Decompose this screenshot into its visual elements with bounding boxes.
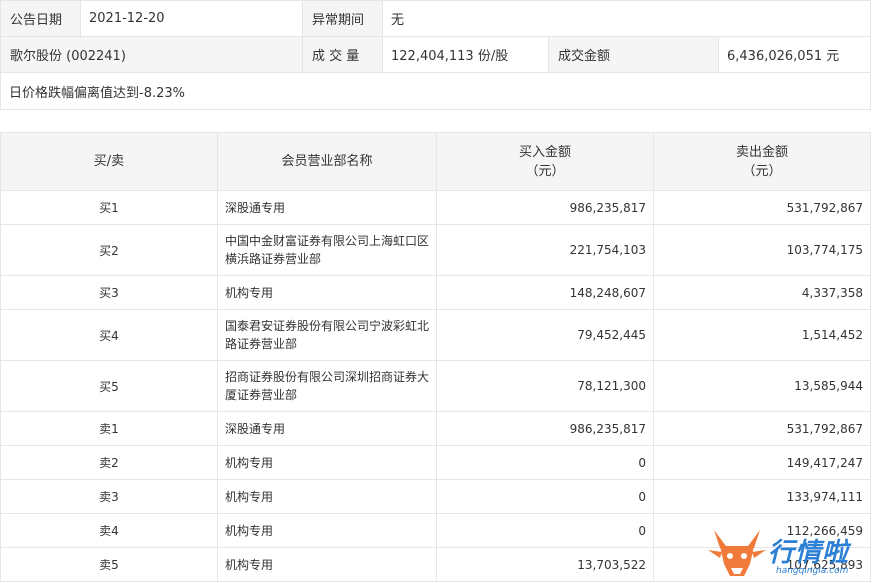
row-buy-amount: 0	[436, 513, 654, 548]
row-sell-amount: 4,337,358	[653, 275, 871, 310]
table-row: 买5 招商证券股份有限公司深圳招商证券大 厦证券营业部 78,121,300 13,58…	[0, 360, 871, 412]
row-branch: 机构专用	[217, 479, 437, 514]
watermark-brand: 行情啦	[768, 538, 850, 568]
row-branch-line: 深股通专用	[225, 200, 286, 215]
row-branch-line: 机构专用	[225, 557, 274, 572]
trading-detail-table: 买/卖 会员营业部名称 买入金额 （元） 卖出金额 （元） 买1 深股通专用 986…	[0, 132, 871, 582]
row-branch-line: 国泰君安证券股份有限公司宁波彩虹北	[225, 319, 430, 333]
row-side: 卖2	[0, 445, 218, 480]
table-row: 卖1 深股通专用 986,235,817 531,792,867	[0, 411, 871, 446]
row-buy-amount: 13,703,522	[436, 547, 654, 582]
row-branch: 深股通专用	[217, 411, 437, 446]
row-buy-amount: 986,235,817	[436, 411, 654, 446]
watermark-domain: hangqingla.com	[776, 566, 849, 576]
header-buy-line2: （元）	[525, 163, 565, 179]
table-row: 买3 机构专用 148,248,607 4,337,358	[0, 275, 871, 310]
row-side: 卖3	[0, 479, 218, 514]
row-branch: 招商证券股份有限公司深圳招商证券大 厦证券营业部	[217, 360, 437, 412]
row-buy-amount: 986,235,817	[436, 190, 654, 225]
row-branch-line: 机构专用	[225, 523, 274, 538]
header-buy-line1: 买入金额	[518, 144, 571, 160]
row-branch: 深股通专用	[217, 190, 437, 225]
stock-name-label: 歌尔股份 (002241)	[0, 36, 303, 73]
header-sell-amount: 卖出金额 （元）	[653, 132, 871, 191]
header-sell-line1: 卖出金额	[735, 144, 788, 160]
amount-value: 6,436,026,051 元	[717, 36, 872, 73]
header-branch: 会员营业部名称	[217, 132, 437, 191]
row-sell-amount: 1,514,452	[653, 309, 871, 361]
header-side: 买/卖	[0, 132, 218, 191]
row-side: 买3	[0, 275, 218, 310]
row-side: 买1	[0, 190, 218, 225]
row-branch-line: 机构专用	[225, 455, 274, 470]
row-branch-line: 机构专用	[225, 489, 274, 504]
table-row: 买1 深股通专用 986,235,817 531,792,867	[0, 190, 871, 225]
row-sell-amount: 133,974,111	[653, 479, 871, 514]
row-branch: 机构专用	[217, 547, 437, 582]
volume-label: 成 交 量	[302, 36, 383, 73]
row-side: 买2	[0, 224, 218, 276]
deviation-note: 日价格跌幅偏离值达到-8.23%	[0, 72, 872, 110]
row-side: 买5	[0, 360, 218, 412]
row-side: 买4	[0, 309, 218, 361]
abnormal-period-label: 异常期间	[302, 0, 383, 37]
row-side: 卖1	[0, 411, 218, 446]
table-row: 卖3 机构专用 0 133,974,111	[0, 479, 871, 514]
abnormal-period-value: 无	[381, 0, 872, 37]
volume-value: 122,404,113 份/股	[382, 36, 549, 73]
table-row: 买2 中国中金财富证券有限公司上海虹口区 横浜路证券营业部 221,754,103 10…	[0, 224, 871, 276]
row-branch: 机构专用	[217, 275, 437, 310]
watermark: 行情啦 hangqingla.com	[706, 524, 874, 583]
row-buy-amount: 221,754,103	[436, 224, 654, 276]
row-sell-amount: 149,417,247	[653, 445, 871, 480]
row-sell-amount: 13,585,944	[653, 360, 871, 412]
table-row: 买4 国泰君安证券股份有限公司宁波彩虹北 路证券营业部 79,452,445 1,514…	[0, 309, 871, 361]
row-side: 卖5	[0, 547, 218, 582]
row-buy-amount: 0	[436, 445, 654, 480]
header-buy-amount: 买入金额 （元）	[436, 132, 654, 191]
row-branch-line: 机构专用	[225, 285, 274, 300]
row-buy-amount: 79,452,445	[436, 309, 654, 361]
table-header-row: 买/卖 会员营业部名称 买入金额 （元） 卖出金额 （元）	[0, 132, 871, 191]
announce-date-label: 公告日期	[0, 0, 81, 37]
row-branch: 机构专用	[217, 513, 437, 548]
bull-logo-icon	[708, 530, 766, 576]
row-branch: 国泰君安证券股份有限公司宁波彩虹北 路证券营业部	[217, 309, 437, 361]
announce-date-value: 2021-12-20	[80, 0, 303, 37]
table-row: 卖2 机构专用 0 149,417,247	[0, 445, 871, 480]
row-sell-amount: 103,774,175	[653, 224, 871, 276]
row-branch-line: 横浜路证券营业部	[225, 252, 322, 266]
row-side: 卖4	[0, 513, 218, 548]
row-branch-line: 路证券营业部	[225, 337, 298, 351]
row-buy-amount: 148,248,607	[436, 275, 654, 310]
row-branch-line: 招商证券股份有限公司深圳招商证券大	[225, 370, 430, 384]
row-branch-line: 厦证券营业部	[225, 388, 298, 402]
row-sell-amount: 531,792,867	[653, 190, 871, 225]
stock-info-table: 公告日期 2021-12-20 异常期间 无 歌尔股份 (002241) 成 交…	[0, 0, 872, 110]
row-sell-amount: 531,792,867	[653, 411, 871, 446]
row-branch: 机构专用	[217, 445, 437, 480]
row-branch-line: 深股通专用	[225, 421, 286, 436]
header-sell-line2: （元）	[742, 163, 782, 179]
row-buy-amount: 78,121,300	[436, 360, 654, 412]
row-buy-amount: 0	[436, 479, 654, 514]
row-branch-line: 中国中金财富证券有限公司上海虹口区	[225, 234, 430, 248]
row-branch: 中国中金财富证券有限公司上海虹口区 横浜路证券营业部	[217, 224, 437, 276]
amount-label: 成交金额	[548, 36, 719, 73]
